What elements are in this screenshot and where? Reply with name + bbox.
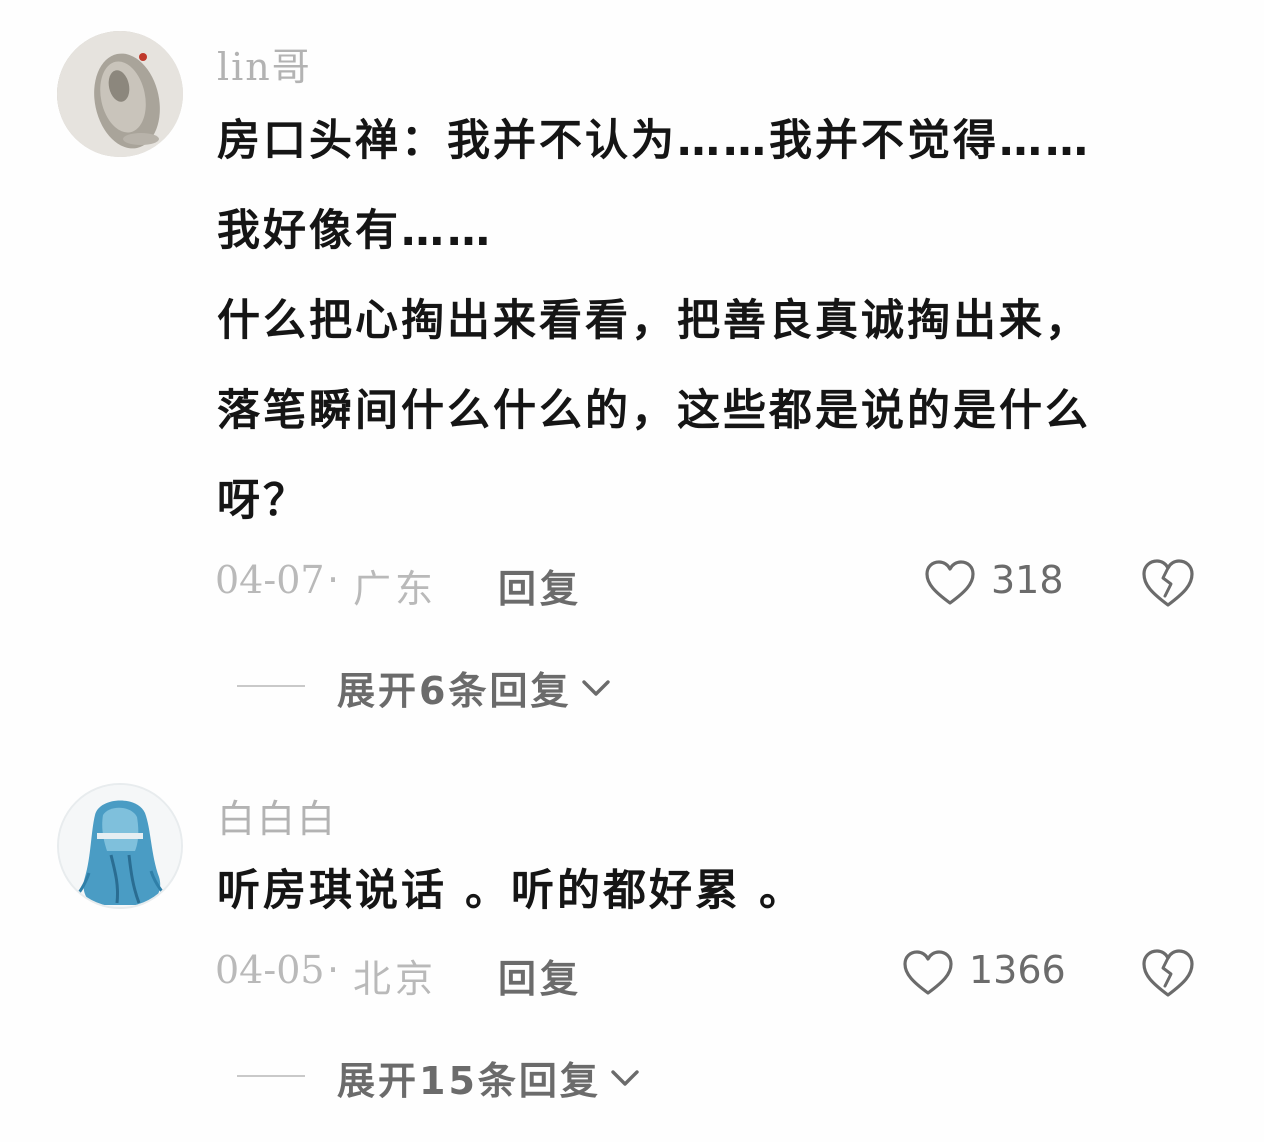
comment-text-line: 什么把心掏出来看看，把善良真诚掏出来， <box>217 296 1091 346</box>
chevron-down-icon <box>611 1069 639 1086</box>
username[interactable]: 白白白 <box>217 788 337 843</box>
reply-button[interactable]: 回复 <box>498 558 582 613</box>
comment-item: 白白白 听房琪说话 。听的都好累 。 04-05 · 北京 回复 1366 展开… <box>0 770 1264 1142</box>
comment-text-line: 我好像有…… <box>217 206 493 256</box>
dislike-button[interactable] <box>1139 556 1197 610</box>
comment-text: 房口头禅：我并不认为……我并不觉得…… 我好像有…… 什么把心掏出来看看，把善良… <box>217 96 1217 546</box>
username[interactable]: lin哥 <box>217 36 312 91</box>
expand-replies: 展开6条回复 <box>237 660 837 713</box>
expand-replies-button[interactable]: 展开15条回复 <box>337 1050 642 1103</box>
expand-replies-button[interactable]: 展开6条回复 <box>337 660 613 713</box>
comment-item: lin哥 房口头禅：我并不认为……我并不觉得…… 我好像有…… 什么把心掏出来看… <box>0 0 1264 740</box>
avatar-image <box>59 785 181 907</box>
comment-meta: 04-07 · 广东 回复 318 <box>215 556 1215 611</box>
like-count: 318 <box>991 558 1064 602</box>
broken-heart-icon <box>1142 559 1194 607</box>
comment-date: 04-05 <box>215 948 325 992</box>
avatar[interactable] <box>57 31 183 157</box>
comment-text-line: 呀？ <box>217 476 309 526</box>
chevron-down-icon <box>581 679 610 696</box>
comment-text-line: 落笔瞬间什么什么的，这些都是说的是什么 <box>217 386 1091 436</box>
comment-location: 北京 <box>353 957 438 1001</box>
comment-meta: 04-05 · 北京 回复 1366 <box>215 946 1215 1001</box>
avatar[interactable] <box>57 783 183 909</box>
dislike-button[interactable] <box>1139 946 1197 1000</box>
reply-button[interactable]: 回复 <box>498 948 582 1003</box>
comment-date: 04-07 <box>215 558 325 602</box>
comment-list: lin哥 房口头禅：我并不认为……我并不觉得…… 我好像有…… 什么把心掏出来看… <box>0 0 1264 1142</box>
expand-replies-label: 展开6条回复 <box>337 669 572 713</box>
heart-outline-icon <box>925 560 975 605</box>
meta-separator: · <box>327 558 340 602</box>
comment-location: 广东 <box>353 567 438 611</box>
expand-replies-label: 展开15条回复 <box>337 1059 601 1103</box>
comment-text-line: 房口头禅：我并不认为……我并不觉得…… <box>217 116 1091 166</box>
divider <box>237 685 305 687</box>
meta-separator: · <box>327 948 340 992</box>
comment-text: 听房琪说话 。听的都好累 。 <box>217 846 1217 936</box>
like-count: 1366 <box>969 948 1066 992</box>
comment-text-line: 听房琪说话 。听的都好累 。 <box>217 866 805 916</box>
heart-outline-icon <box>903 950 953 995</box>
broken-heart-icon <box>1142 949 1194 997</box>
divider <box>237 1075 305 1077</box>
expand-replies: 展开15条回复 <box>237 1050 837 1103</box>
avatar-image <box>57 31 183 157</box>
